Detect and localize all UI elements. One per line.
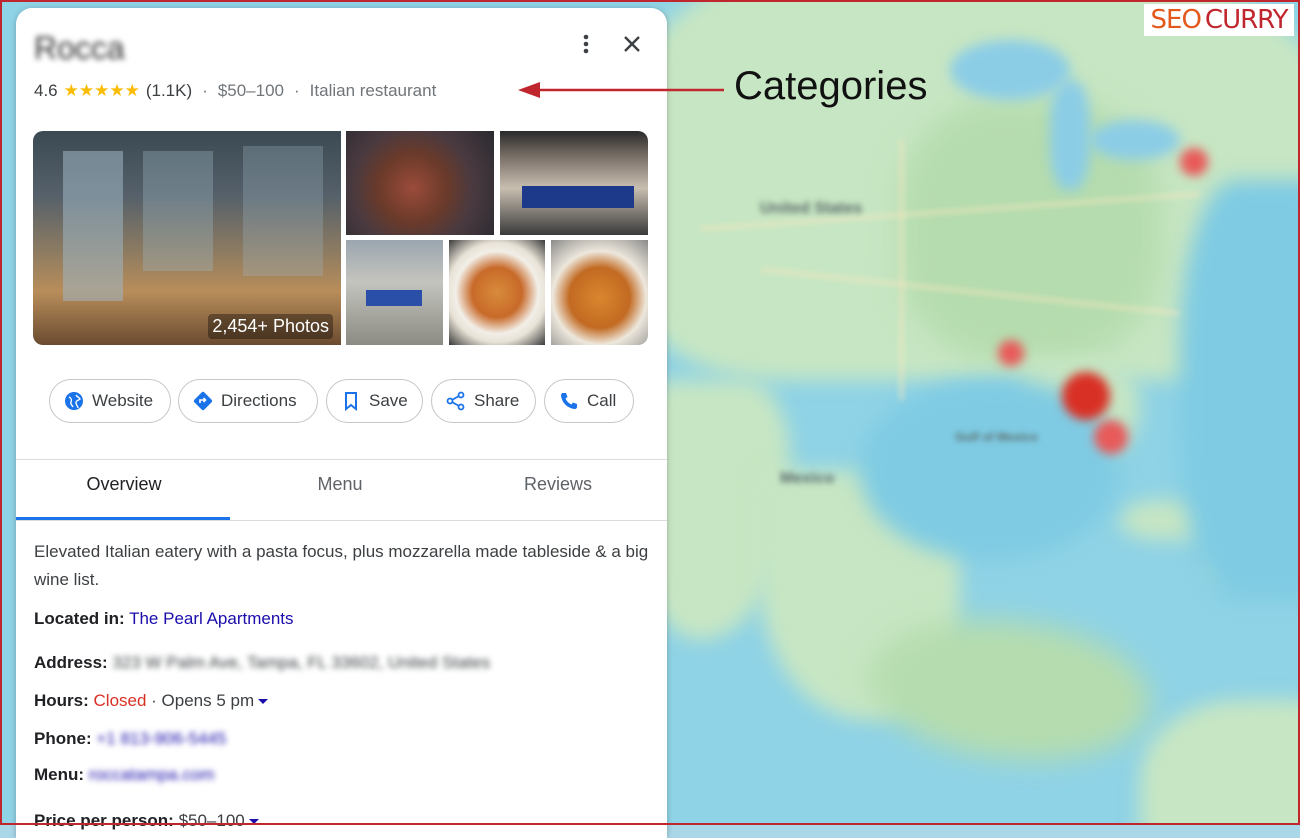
phone-row: Phone: +1 813-906-5445 — [34, 729, 226, 749]
close-icon[interactable] — [618, 30, 646, 58]
hours-status: Closed — [93, 691, 147, 710]
address-label: Address: — [34, 653, 108, 672]
more-options-icon[interactable] — [578, 32, 594, 56]
address-row: Address: 323 W Palm Ave, Tampa, FL 33602… — [34, 653, 490, 673]
photo-thumbnail[interactable] — [500, 131, 648, 235]
tab-reviews[interactable]: Reviews — [450, 474, 666, 518]
separator-dot: · — [202, 81, 208, 100]
address-value[interactable]: 323 W Palm Ave, Tampa, FL 33602, United … — [112, 653, 490, 672]
phone-label: Phone: — [34, 729, 92, 748]
category-label[interactable]: Italian restaurant — [310, 81, 437, 101]
map-pin[interactable] — [1094, 420, 1128, 454]
menu-row: Menu: roccatampa.com — [34, 765, 214, 785]
hours-row[interactable]: Hours: Closed · Opens 5 pm — [34, 691, 269, 711]
hours-label: Hours: — [34, 691, 89, 710]
menu-label: Menu: — [34, 765, 85, 784]
divider — [16, 520, 667, 521]
divider — [16, 459, 667, 460]
annotation-label: Categories — [734, 64, 928, 108]
place-panel: Rocca 4.6 ★★★★★ (1.1K) · $50–100 · Itali… — [16, 8, 667, 838]
price-label: Price per person: — [34, 811, 174, 830]
photos-count-label: 2,454+ Photos — [208, 314, 333, 339]
map-pin[interactable] — [998, 340, 1024, 366]
brand-seo: SEO — [1150, 5, 1202, 35]
review-count[interactable]: (1.1K) — [146, 81, 192, 101]
rating-row: 4.6 ★★★★★ (1.1K) · $50–100 · Italian res… — [34, 81, 436, 101]
menu-link[interactable]: roccatampa.com — [89, 765, 215, 784]
save-button[interactable]: Save — [326, 379, 423, 423]
star-rating-icon: ★★★★★ — [63, 81, 140, 100]
located-in-link[interactable]: The Pearl Apartments — [129, 609, 293, 628]
directions-icon — [193, 391, 213, 411]
phone-icon — [561, 393, 577, 409]
located-in-label: Located in: — [34, 609, 125, 628]
map-label: United States — [760, 200, 863, 217]
map-label: Mexico — [780, 470, 835, 487]
hours-next: · Opens 5 pm — [146, 691, 255, 710]
call-label: Call — [587, 391, 617, 410]
bookmark-icon — [345, 392, 357, 411]
map-label: Gulf of Mexico — [955, 430, 1038, 444]
photo-thumbnail[interactable] — [346, 240, 443, 345]
brand-curry: CURRY — [1204, 5, 1289, 35]
photo-main[interactable]: 2,454+ Photos — [33, 131, 341, 345]
map-pin[interactable] — [1180, 148, 1208, 176]
price-value: $50–100 — [178, 811, 245, 830]
share-label: Share — [474, 391, 520, 410]
photo-thumbnail[interactable] — [449, 240, 545, 345]
located-in-row: Located in: The Pearl Apartments — [34, 609, 294, 629]
price-range: $50–100 — [217, 81, 284, 100]
price-row[interactable]: Price per person: $50–100 — [34, 811, 259, 831]
brand-logo: SEO CURRY — [1144, 4, 1294, 36]
globe-icon — [65, 392, 83, 410]
directions-button[interactable]: Directions — [178, 379, 318, 423]
save-label: Save — [369, 391, 408, 410]
photo-thumbnail[interactable] — [551, 240, 648, 345]
chevron-down-icon[interactable] — [248, 819, 259, 825]
share-icon — [446, 391, 465, 411]
photo-thumbnail[interactable] — [346, 131, 494, 235]
map-pin-selected[interactable] — [1062, 372, 1110, 420]
phone-value[interactable]: +1 813-906-5445 — [96, 729, 226, 748]
website-button[interactable]: Website — [49, 379, 171, 423]
rating-value: 4.6 — [34, 81, 58, 100]
tab-overview[interactable]: Overview — [16, 474, 232, 518]
call-button[interactable]: Call — [544, 379, 634, 423]
tab-menu[interactable]: Menu — [232, 474, 448, 518]
website-label: Website — [92, 391, 154, 410]
chevron-down-icon[interactable] — [258, 699, 269, 705]
directions-label: Directions — [221, 391, 297, 410]
separator-dot: · — [294, 81, 300, 100]
place-description: Elevated Italian eatery with a pasta foc… — [34, 542, 649, 589]
annotation-arrow-icon — [518, 82, 724, 98]
share-button[interactable]: Share — [431, 379, 536, 423]
place-title: Rocca — [34, 30, 125, 66]
